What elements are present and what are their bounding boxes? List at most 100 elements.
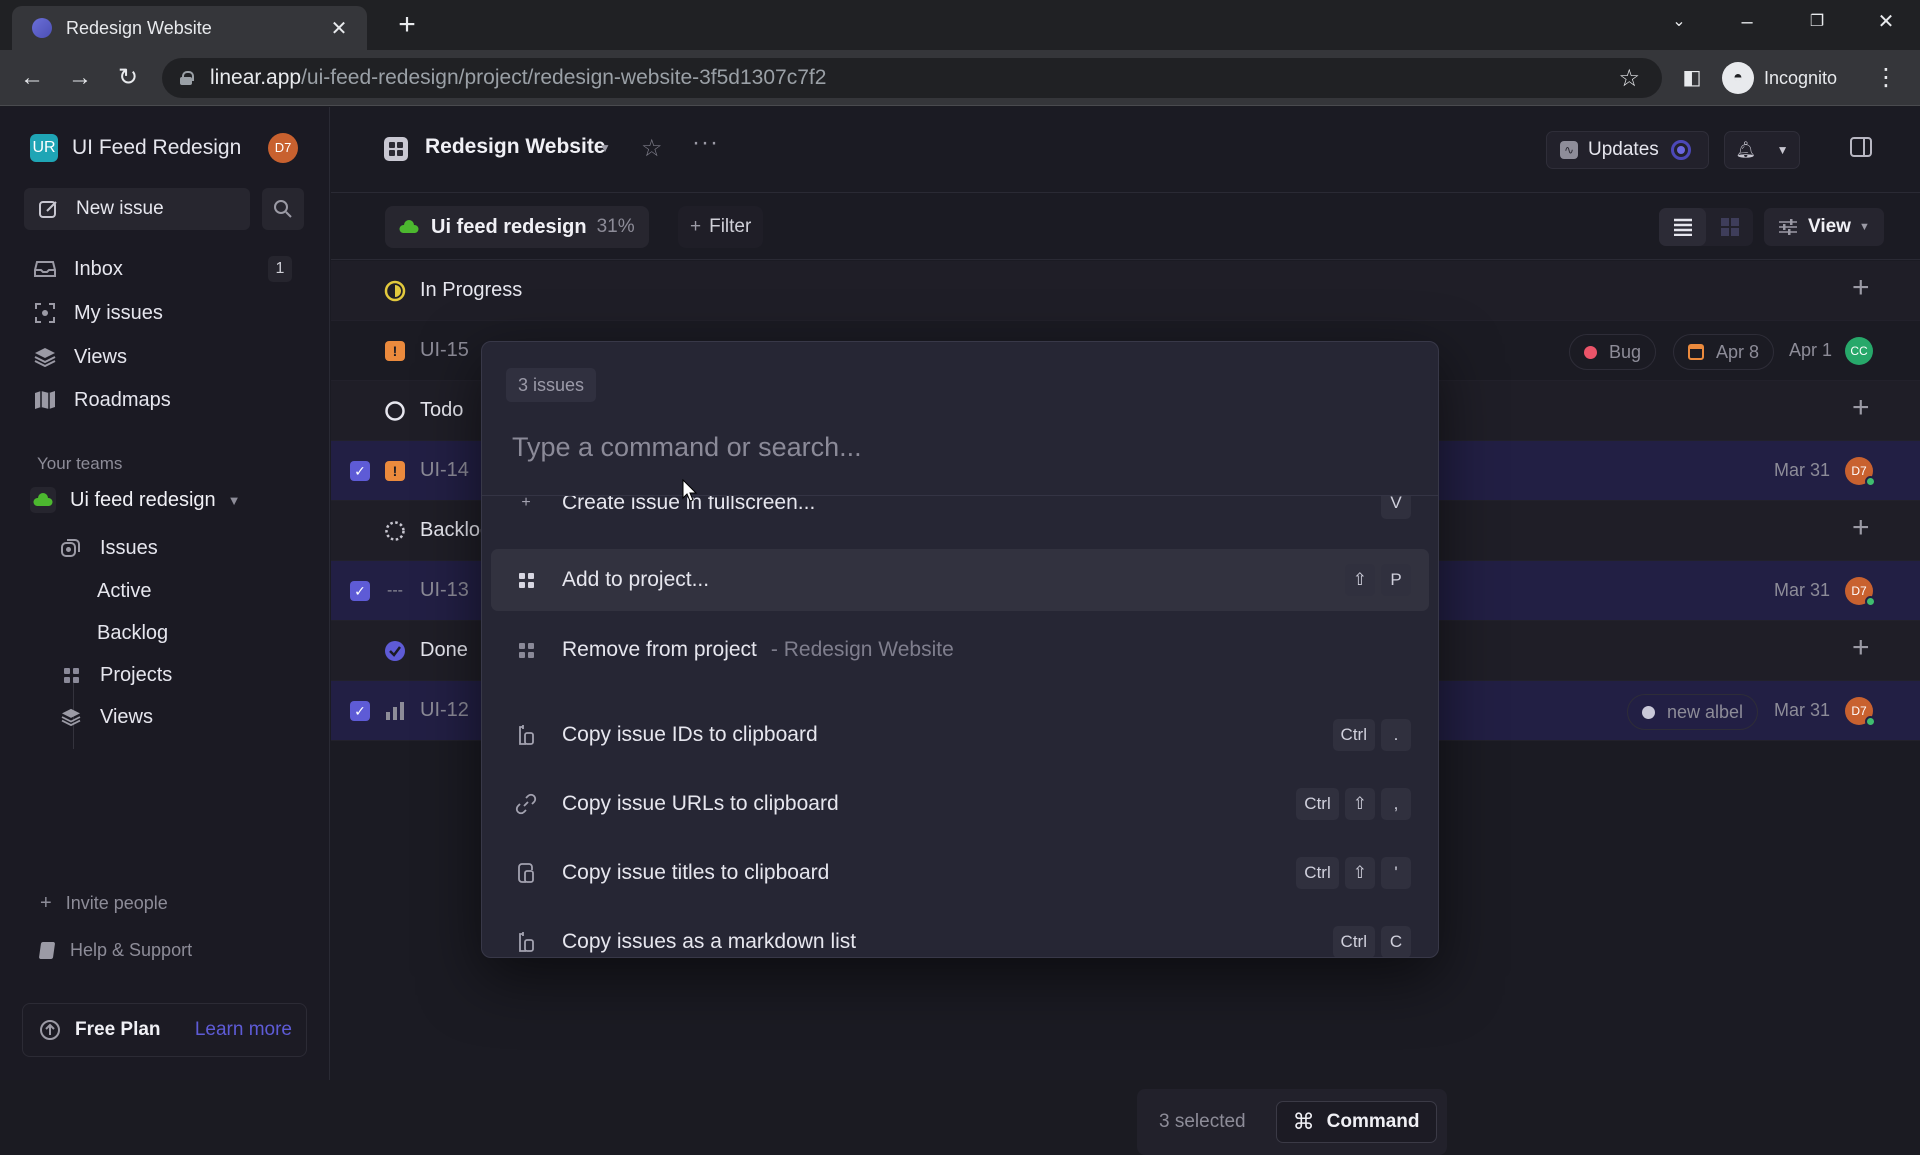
clipboard-icon [514,723,538,747]
team-progress-chip[interactable]: Ui feed redesign 31% [385,206,649,248]
command-item-remove-from-project[interactable]: Remove from project - Redesign Website [491,619,1429,681]
sidebar-item-inbox[interactable]: Inbox 1 [24,249,306,289]
label-chip[interactable]: Bug [1569,334,1657,370]
forward-button[interactable]: → [64,62,96,94]
row-checkbox[interactable]: ✓ [350,581,370,601]
cloud-icon [399,220,419,233]
view-options-button[interactable]: View ▼ [1764,208,1884,246]
label-chip[interactable]: new albel [1627,694,1759,730]
assignee-avatar[interactable]: D7 [1845,697,1876,727]
bookmark-star-icon[interactable]: ☆ [1618,64,1640,93]
views-icon [60,706,82,728]
command-label: Command [1326,1111,1420,1132]
invite-label: Invite people [65,893,168,913]
sidebar-item-label: Inbox [74,257,123,280]
command-item-copy-titles[interactable]: Copy issue titles to clipboard Ctrl ⇧ ' [491,842,1429,904]
side-panel-icon[interactable]: ◧ [1676,62,1708,94]
add-issue-icon[interactable]: + [1852,273,1870,303]
command-key-icon: ⌘ [1292,1109,1315,1134]
shortcut-key: . [1381,719,1411,751]
inbox-count-badge: 1 [268,256,292,282]
command-item-copy-urls[interactable]: Copy issue URLs to clipboard Ctrl ⇧ , [491,773,1429,835]
pulse-icon: ∿ [1560,141,1578,159]
new-tab-button[interactable]: + [392,10,422,40]
linear-favicon-icon [32,18,52,38]
user-avatar[interactable]: D7 [268,133,298,163]
add-issue-icon[interactable]: + [1852,633,1870,663]
details-panel-toggle-icon[interactable] [1850,137,1872,157]
shortcut-key: Ctrl [1296,788,1339,820]
row-checkbox[interactable]: ✓ [350,461,370,481]
due-date: Apr 8 [1716,341,1760,362]
row-checkbox[interactable]: ✓ [350,701,370,721]
favorite-star-icon[interactable]: ☆ [641,134,663,163]
my-issues-icon [34,302,56,324]
updates-label: Updates [1588,139,1659,160]
restore-button[interactable]: ❐ [1797,8,1837,36]
shortcut-key: P [1381,564,1411,596]
sidebar-item-views[interactable]: Views [24,337,306,377]
team-ui-feed-redesign[interactable]: Ui feed redesign ▼ [30,487,241,513]
linear-app: UR UI Feed Redesign D7 New issue Inbox 1… [0,107,1920,1155]
add-issue-icon[interactable]: + [1852,393,1870,423]
command-button[interactable]: ⌘ Command [1275,1101,1437,1143]
filter-label: Filter [709,216,752,237]
palette-scope-badge: 3 issues [506,368,597,402]
board-view-button[interactable] [1706,208,1753,246]
assignee-avatar[interactable]: D7 [1845,577,1876,607]
group-header-in-progress[interactable]: In Progress + [331,261,1920,321]
reload-button[interactable]: ↻ [112,62,144,94]
command-item-copy-markdown[interactable]: Copy issues as a markdown list Ctrl C [491,911,1429,957]
chevron-down-icon[interactable]: ▼ [599,141,611,155]
close-window-button[interactable]: ✕ [1866,8,1906,36]
workspace-switcher[interactable]: UR UI Feed Redesign [30,134,241,162]
caret-down-icon: ▼ [227,492,241,508]
shortcut-key: ' [1381,857,1411,889]
more-options-icon[interactable]: ··· [692,129,719,157]
incognito-profile[interactable]: ◓ Incognito [1722,58,1837,98]
url-field[interactable]: linear.app/ui-feed-redesign/project/rede… [162,58,1662,98]
invite-people-link[interactable]: + Invite people [40,892,168,915]
roadmap-icon [34,389,56,411]
help-support-link[interactable]: Help & Support [38,940,192,961]
sidebar-item-projects[interactable]: Projects [60,657,172,693]
sidebar-item-active[interactable]: Active [97,580,151,603]
minimize-button[interactable]: – [1727,8,1767,36]
backlog-status-icon [383,519,407,543]
issue-id: UI-15 [420,339,469,361]
browser-menu-icon[interactable]: ⋮ [1870,62,1902,94]
browser-tab-bar: Redesign Website ✕ + ⌄ – ❐ ✕ [0,0,1920,50]
due-date-chip[interactable]: Apr 8 [1673,334,1775,370]
sidebar-item-label: Roadmaps [74,388,171,411]
sidebar-item-roadmaps[interactable]: Roadmaps [24,380,306,420]
command-label: Add to project... [562,568,710,591]
notifications-button[interactable]: 🔔︎ ▼ [1724,131,1800,169]
back-button[interactable]: ← [16,62,48,94]
shortcut-key: ⇧ [1344,788,1375,820]
sidebar-item-issues[interactable]: Issues [60,530,158,566]
command-search-input[interactable] [512,422,1392,472]
search-button[interactable] [262,188,304,230]
learn-more-link[interactable]: Learn more [195,1019,292,1041]
assignee-avatar[interactable]: CC [1845,337,1873,365]
tab-close-icon[interactable]: ✕ [327,16,351,41]
command-item-add-to-project[interactable]: Add to project... ⇧ P [491,549,1429,611]
updates-button[interactable]: ∿ Updates [1546,131,1709,169]
command-item-copy-ids[interactable]: Copy issue IDs to clipboard Ctrl . [491,704,1429,766]
sidebar-item-team-views[interactable]: Views [60,699,153,735]
layout-toggle [1659,208,1753,246]
command-item-create-fullscreen[interactable]: + Create issue in fullscreen... V [491,496,1429,534]
sidebar-item-my-issues[interactable]: My issues [24,293,306,333]
add-issue-icon[interactable]: + [1852,513,1870,543]
new-issue-button[interactable]: New issue [24,188,250,230]
project-title[interactable]: Redesign Website [425,135,606,159]
assignee-avatar[interactable]: D7 [1845,457,1876,487]
command-suffix: - Redesign Website [770,638,954,661]
sidebar-item-label: Issues [100,536,158,559]
sidebar-item-backlog[interactable]: Backlog [97,622,168,645]
created-date: Mar 31 [1774,700,1831,720]
filter-button[interactable]: + Filter [678,206,764,248]
browser-tab[interactable]: Redesign Website ✕ [12,6,367,50]
tab-search-chevron-icon[interactable]: ⌄ [1659,8,1699,36]
list-view-button[interactable] [1659,208,1706,246]
